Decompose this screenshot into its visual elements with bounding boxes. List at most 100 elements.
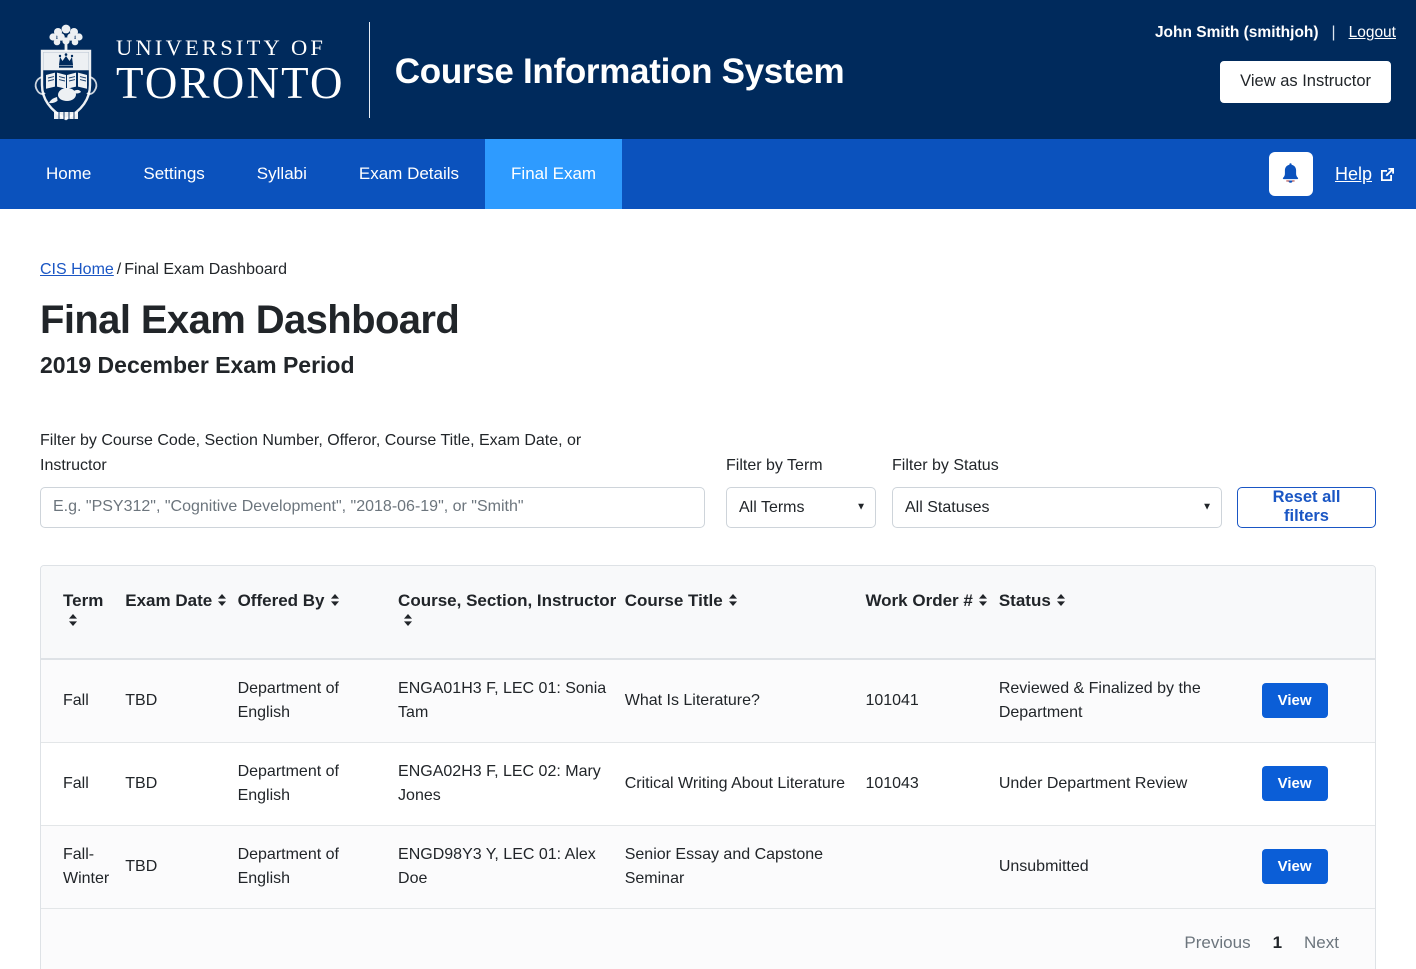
col-header-exam-date-label: Exam Date <box>125 590 213 610</box>
cell-course: ENGA02H3 F, LEC 02: Mary Jones <box>398 742 625 826</box>
cell-actions: View <box>1261 825 1375 909</box>
status-select[interactable]: All Statuses <box>892 486 1222 528</box>
pagination-cell: Previous 1 Next <box>41 908 1375 969</box>
user-separator: | <box>1331 24 1336 41</box>
reset-filters-button[interactable]: Reset all filters <box>1237 486 1376 528</box>
col-header-course-title-label: Course Title <box>624 590 723 610</box>
table-pagination-row: Previous 1 Next <box>41 908 1375 969</box>
status-select-wrap: All Statuses ▼ <box>892 486 1222 528</box>
cell-offered-by: Department of English <box>237 658 399 743</box>
cell-actions: View <box>1261 658 1375 743</box>
exams-table-head: Term Exam Date Offered By Course, Sectio… <box>41 565 1375 660</box>
nav-items: Home Settings Syllabi Exam Details Final… <box>0 139 623 209</box>
site-masthead: UNIVERSITY OF TORONTO Course Information… <box>0 0 1416 139</box>
cell-offered-by: Department of English <box>237 742 399 826</box>
col-header-course-section-instructor[interactable]: Course, Section, Instructor <box>398 565 625 660</box>
cell-exam-date: TBD <box>125 742 238 826</box>
filter-bar: Filter by Course Code, Section Number, O… <box>40 428 1376 528</box>
term-select-wrap: All Terms ▼ <box>726 486 876 528</box>
cell-term: Fall <box>41 658 126 743</box>
view-button[interactable]: View <box>1261 683 1328 719</box>
help-label: Help <box>1334 163 1372 184</box>
sort-icon <box>330 592 340 612</box>
status-filter-group: Filter by Status All Statuses ▼ <box>892 453 1222 528</box>
col-header-offered-by[interactable]: Offered By <box>237 565 399 660</box>
main-navbar: Home Settings Syllabi Exam Details Final… <box>0 139 1416 209</box>
sort-icon <box>978 592 988 612</box>
cell-course-title: Critical Writing About Literature <box>624 742 866 826</box>
term-filter-group: Filter by Term All Terms ▼ <box>726 453 876 528</box>
term-select[interactable]: All Terms <box>726 486 876 528</box>
nav-right-group: Help <box>1268 139 1396 209</box>
external-link-icon <box>1379 166 1396 183</box>
notifications-button[interactable] <box>1268 152 1313 196</box>
exams-table-card: Term Exam Date Offered By Course, Sectio… <box>40 564 1376 969</box>
uoft-wordmark-line1: UNIVERSITY OF <box>116 35 327 61</box>
table-header-row: Term Exam Date Offered By Course, Sectio… <box>41 565 1375 660</box>
table-row: Fall-Winter TBD Department of English EN… <box>41 825 1375 909</box>
cell-work-order: 101041 <box>865 658 999 743</box>
view-as-instructor-button[interactable]: View as Instructor <box>1220 61 1391 103</box>
exams-table: Term Exam Date Offered By Course, Sectio… <box>41 565 1375 969</box>
nav-item-exam-details[interactable]: Exam Details <box>333 139 485 209</box>
cell-offered-by: Department of English <box>237 825 399 909</box>
user-info: John Smith (smithjoh) | Logout <box>1155 24 1396 42</box>
col-header-exam-date[interactable]: Exam Date <box>125 565 238 660</box>
col-header-offered-by-label: Offered By <box>237 590 325 610</box>
page-subtitle: 2019 December Exam Period <box>40 352 355 378</box>
search-filter-group: Filter by Course Code, Section Number, O… <box>40 428 705 528</box>
col-header-actions <box>1261 565 1375 660</box>
col-header-term-label: Term <box>63 590 104 610</box>
col-header-status[interactable]: Status <box>998 565 1262 660</box>
table-row: Fall TBD Department of English ENGA01H3 … <box>41 658 1375 743</box>
table-row: Fall TBD Department of English ENGA02H3 … <box>41 742 1375 826</box>
cell-course: ENGA01H3 F, LEC 01: Sonia Tam <box>398 658 625 743</box>
help-link[interactable]: Help <box>1335 164 1396 185</box>
nav-item-syllabi[interactable]: Syllabi <box>231 139 333 209</box>
search-input[interactable] <box>40 486 705 528</box>
cell-status: Reviewed & Finalized by the Department <box>998 658 1262 743</box>
cell-status: Unsubmitted <box>998 825 1262 909</box>
col-header-work-order[interactable]: Work Order # <box>865 565 999 660</box>
user-name: John Smith (smithjoh) <box>1154 24 1319 41</box>
col-header-work-order-label: Work Order # <box>865 590 973 610</box>
breadcrumb-home-link[interactable]: CIS Home <box>40 261 114 278</box>
main-content: CIS Home / Final Exam Dashboard Final Exam… <box>0 261 1416 969</box>
nav-item-home[interactable]: Home <box>20 139 117 209</box>
nav-item-settings[interactable]: Settings <box>117 139 230 209</box>
pagination: Previous 1 Next <box>1170 930 1353 956</box>
view-button[interactable]: View <box>1261 849 1328 885</box>
header-divider <box>368 22 370 118</box>
logout-link[interactable]: Logout <box>1349 24 1396 41</box>
search-filter-label: Filter by Course Code, Section Number, O… <box>40 432 582 475</box>
cell-exam-date: TBD <box>125 825 238 909</box>
col-header-course-title[interactable]: Course Title <box>624 565 866 660</box>
col-header-course-section-instructor-label: Course, Section, Instructor <box>398 590 617 610</box>
cell-actions: View <box>1261 742 1375 826</box>
term-filter-label: Filter by Term <box>726 457 823 475</box>
sort-icon <box>403 612 413 632</box>
pagination-current-page[interactable]: 1 <box>1265 930 1290 956</box>
exams-table-body: Fall TBD Department of English ENGA01H3 … <box>41 658 1375 969</box>
cell-term: Fall <box>41 742 126 826</box>
nav-item-final-exam[interactable]: Final Exam <box>485 139 623 209</box>
pagination-next[interactable]: Next <box>1290 930 1353 956</box>
col-header-term[interactable]: Term <box>41 565 126 660</box>
cell-course: ENGD98Y3 Y, LEC 01: Alex Doe <box>398 825 625 909</box>
pagination-previous[interactable]: Previous <box>1170 930 1264 956</box>
sort-icon <box>1056 592 1066 612</box>
header-right-group: John Smith (smithjoh) | Logout View as Ins… <box>1155 0 1396 103</box>
uoft-brand[interactable]: UNIVERSITY OF TORONTO <box>0 0 345 139</box>
page-title: Final Exam Dashboard <box>40 298 460 342</box>
view-button[interactable]: View <box>1261 766 1328 802</box>
col-header-status-label: Status <box>998 590 1051 610</box>
sort-icon <box>728 592 738 612</box>
uoft-wordmark-line2: TORONTO <box>116 57 345 108</box>
breadcrumb-current: Final Exam Dashboard <box>124 261 287 278</box>
cell-course-title: Senior Essay and Capstone Seminar <box>624 825 866 909</box>
breadcrumb-separator: / <box>116 261 122 278</box>
cell-course-title: What Is Literature? <box>624 658 866 743</box>
uoft-wordmark: UNIVERSITY OF TORONTO <box>116 33 345 106</box>
cell-work-order: 101043 <box>865 742 999 826</box>
cell-exam-date: TBD <box>125 658 238 743</box>
